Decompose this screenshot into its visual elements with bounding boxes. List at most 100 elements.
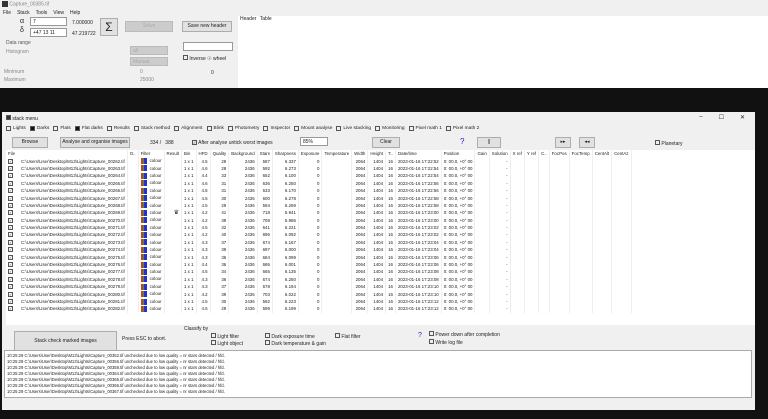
file-cell[interactable]: ✓ C:\Users\User\Desktop\M13\Lights\Captur…: [6, 275, 128, 284]
file-cell[interactable]: ✓ C:\Users\User\Desktop\M13\Lights\Captur…: [6, 216, 128, 224]
row-checkbox[interactable]: ✓: [8, 262, 13, 268]
tab-pixel-math-1[interactable]: Pixel math 1: [408, 126, 442, 131]
untick-checkbox[interactable]: ✓ After analyse untick worst images: [192, 140, 273, 146]
forward-button[interactable]: ▸▸: [555, 137, 571, 148]
tab-header[interactable]: Header: [240, 16, 256, 22]
row-checkbox[interactable]: ✓: [8, 210, 13, 216]
tab-flat-darks[interactable]: Flat darks: [74, 126, 103, 131]
file-cell[interactable]: ✓ C:\Users\User\Desktop\M13\Lights\Captur…: [6, 164, 128, 173]
tab-table[interactable]: Table: [260, 16, 272, 22]
row-checkbox[interactable]: ✓: [8, 202, 13, 208]
minimum-value[interactable]: 0: [140, 69, 143, 75]
sigma-button[interactable]: Σ: [100, 18, 118, 36]
table-row[interactable]: ✓ C:\Users\User\Desktop\M13\Lights\Captur…: [6, 209, 632, 217]
minimize-button[interactable]: –: [699, 114, 702, 121]
classify-light-object[interactable]: Light object: [211, 340, 243, 347]
column-header[interactable]: T..: [385, 150, 396, 158]
row-checkbox[interactable]: ✓: [8, 225, 13, 231]
file-cell[interactable]: ✓ C:\Users\User\Desktop\M13\Lights\Captur…: [6, 283, 128, 291]
row-checkbox[interactable]: ✓: [8, 291, 13, 297]
table-row[interactable]: ✓ C:\Users\User\Desktop\M13\Lights\Captur…: [6, 297, 632, 306]
table-row[interactable]: ✓ C:\Users\User\Desktop\M13\Lights\Captur…: [6, 231, 632, 239]
column-header[interactable]: X ref: [510, 150, 525, 158]
save-header-button[interactable]: Save new header: [182, 21, 232, 32]
column-header[interactable]: Result: [164, 150, 183, 158]
menu-stack[interactable]: Stack: [17, 10, 30, 16]
tab-blink[interactable]: Blink: [206, 126, 224, 131]
file-cell[interactable]: ✓ C:\Users\User\Desktop\M13\Lights\Captur…: [6, 305, 128, 313]
classify-dark-exposure[interactable]: Dark exposure time: [265, 333, 315, 340]
table-row[interactable]: ✓ C:\Users\User\Desktop\M13\Lights\Captur…: [6, 186, 632, 195]
table-row[interactable]: ✓ C:\Users\User\Desktop\M13\Lights\Captur…: [6, 283, 632, 291]
ra-input[interactable]: 7: [30, 17, 67, 26]
file-cell[interactable]: ✓ C:\Users\User\Desktop\M13\Lights\Captur…: [6, 201, 128, 210]
file-cell[interactable]: ✓ C:\Users\User\Desktop\M13\Lights\Captur…: [6, 157, 128, 165]
column-header[interactable]: FocTemp: [569, 150, 593, 158]
column-header[interactable]: CentAz: [611, 150, 632, 158]
file-cell[interactable]: ✓ C:\Users\User\Desktop\M13\Lights\Captur…: [6, 186, 128, 195]
table-row[interactable]: ✓ C:\Users\User\Desktop\M13\Lights\Captur…: [6, 164, 632, 173]
file-cell[interactable]: ✓ C:\Users\User\Desktop\M13\Lights\Captur…: [6, 268, 128, 276]
tab-live-stacking[interactable]: Live stacking: [336, 126, 371, 131]
menu-file[interactable]: File: [3, 10, 11, 16]
menu-tools[interactable]: Tools: [36, 10, 48, 16]
stack-button[interactable]: Stack check marked images: [14, 331, 117, 352]
inverse-wheel-checkbox[interactable]: Inverse ☉ wheel: [183, 55, 226, 62]
dropdown[interactable]: [183, 42, 233, 51]
help-icon[interactable]: ?: [418, 332, 422, 339]
table-row[interactable]: ✓ C:\Users\User\Desktop\M13\Lights\Captur…: [6, 246, 632, 254]
analyse-button[interactable]: Analyse and organise images: [60, 137, 130, 148]
tab-stack-method[interactable]: Stack method: [133, 126, 170, 131]
table-row[interactable]: ✓ C:\Users\User\Desktop\M13\Lights\Captur…: [6, 172, 632, 180]
column-header[interactable]: Width: [351, 150, 369, 158]
solve-button[interactable]: Solve: [125, 21, 173, 32]
menu-help[interactable]: Help: [70, 10, 80, 16]
close-button[interactable]: ✕: [740, 114, 745, 121]
column-header[interactable]: Stars: [257, 150, 273, 158]
file-cell[interactable]: ✓ C:\Users\User\Desktop\M13\Lights\Captur…: [6, 290, 128, 298]
row-checkbox[interactable]: ✓: [8, 188, 13, 194]
column-header[interactable]: Temperature: [321, 150, 353, 158]
column-header[interactable]: CentAlt: [592, 150, 613, 158]
menu-view[interactable]: View: [53, 10, 64, 16]
table-row[interactable]: ✓ C:\Users\User\Desktop\M13\Lights\Captur…: [6, 194, 632, 202]
file-cell[interactable]: ✓ C:\Users\User\Desktop\M13\Lights\Captur…: [6, 238, 128, 247]
table-row[interactable]: ✓ C:\Users\User\Desktop\M13\Lights\Captur…: [6, 201, 632, 210]
row-checkbox[interactable]: ✓: [8, 217, 13, 223]
row-checkbox[interactable]: ✓: [8, 276, 13, 282]
column-header[interactable]: Position: [441, 150, 476, 158]
file-cell[interactable]: ✓ C:\Users\User\Desktop\M13\Lights\Captur…: [6, 172, 128, 180]
row-checkbox[interactable]: ✓: [8, 299, 13, 304]
tab-alignment[interactable]: Alignment: [174, 126, 203, 131]
row-checkbox[interactable]: ✓: [8, 269, 13, 275]
column-header[interactable]: FocPos: [549, 150, 570, 158]
column-header[interactable]: Sharpness: [272, 150, 299, 158]
help-icon[interactable]: ?: [460, 137, 464, 146]
tab-monitoring[interactable]: Monitoring: [375, 126, 405, 131]
tab-pixel-math-2[interactable]: Pixel math 2: [445, 126, 479, 131]
column-header[interactable]: Exposure: [298, 150, 323, 158]
column-header[interactable]: Gain: [474, 150, 490, 158]
table-row[interactable]: ✓ C:\Users\User\Desktop\M13\Lights\Captur…: [6, 253, 632, 261]
file-cell[interactable]: ✓ C:\Users\User\Desktop\M13\Lights\Captur…: [6, 231, 128, 239]
write-log-checkbox[interactable]: Write log file: [429, 339, 463, 346]
file-cell[interactable]: ✓ C:\Users\User\Desktop\M13\Lights\Captur…: [6, 260, 128, 269]
dec-input[interactable]: +47 13 11: [30, 28, 67, 37]
column-header[interactable]: Height: [367, 150, 387, 158]
row-checkbox[interactable]: ✓: [8, 232, 13, 238]
column-header[interactable]: Bin: [181, 150, 197, 158]
column-header[interactable]: Quality: [210, 150, 230, 158]
clear-button[interactable]: Clear: [372, 137, 400, 148]
file-cell[interactable]: ✓ C:\Users\User\Desktop\M13\Lights\Captur…: [6, 209, 128, 217]
column-header[interactable]: File: [6, 150, 128, 158]
column-header[interactable]: HFD: [196, 150, 211, 158]
table-row[interactable]: ✓ C:\Users\User\Desktop\M13\Lights\Captur…: [6, 238, 632, 247]
classify-flat-filter[interactable]: Flat filter: [335, 333, 361, 340]
percent-select[interactable]: 85%: [300, 137, 328, 146]
table-row[interactable]: ✓ C:\Users\User\Desktop\M13\Lights\Captur…: [6, 223, 632, 232]
file-cell[interactable]: ✓ C:\Users\User\Desktop\M13\Lights\Captur…: [6, 246, 128, 254]
tab-mount-analyse[interactable]: Mount analyse: [294, 126, 332, 131]
tab-photometry[interactable]: Photometry: [227, 126, 259, 131]
column-header[interactable]: O..: [127, 150, 139, 158]
pause-button[interactable]: ||: [477, 137, 501, 148]
